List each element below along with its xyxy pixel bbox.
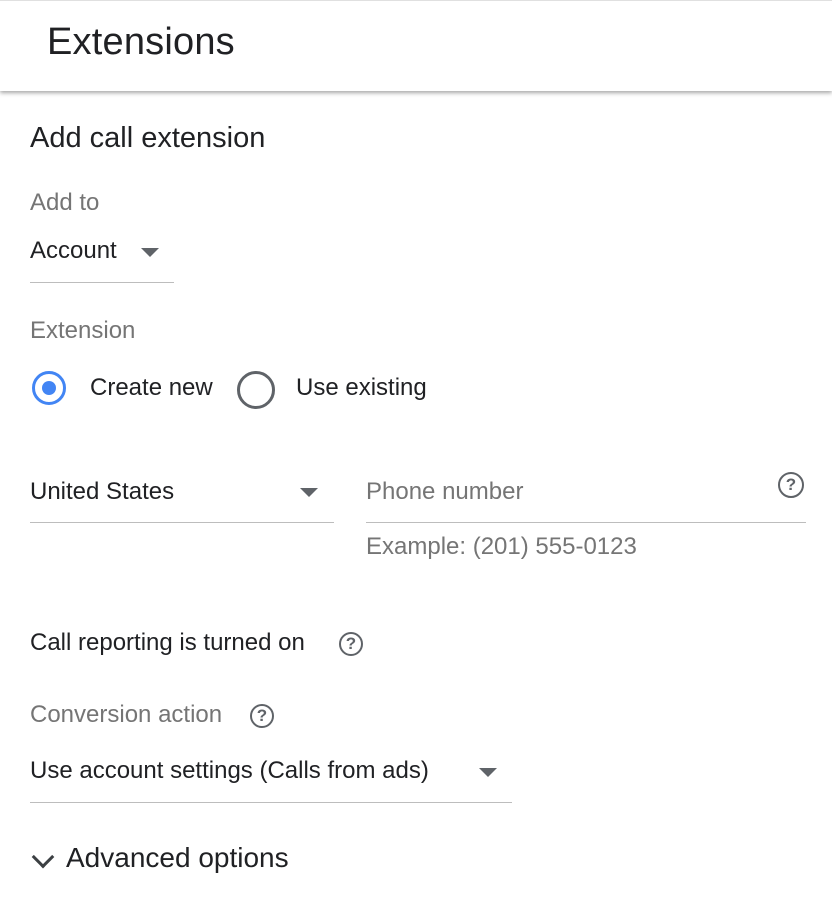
phone-field[interactable]: Phone number	[366, 468, 806, 524]
add-to-dropdown[interactable]: Account	[30, 226, 174, 284]
conversion-action-dropdown[interactable]: Use account settings (Calls from ads)	[30, 746, 512, 804]
add-to-value: Account	[30, 237, 117, 264]
dropdown-arrow-icon	[141, 248, 159, 257]
page-title: Extensions	[47, 21, 235, 63]
page-header: Extensions	[0, 0, 832, 91]
section-title: Add call extension	[30, 122, 266, 154]
radio-use-existing[interactable]: Use existing	[235, 369, 445, 409]
dropdown-arrow-icon	[300, 488, 318, 497]
help-icon[interactable]: ?	[250, 704, 274, 728]
call-reporting-text: Call reporting is turned on	[30, 629, 305, 656]
add-to-underline	[30, 282, 174, 283]
country-dropdown[interactable]: United States	[30, 468, 334, 524]
advanced-options-label: Advanced options	[66, 842, 289, 873]
conversion-action-label: Conversion action	[30, 701, 223, 728]
advanced-options-toggle[interactable]: Advanced options	[30, 840, 330, 880]
help-icon[interactable]: ?	[339, 632, 363, 656]
phone-placeholder: Phone number	[366, 478, 524, 505]
extension-label: Extension	[30, 317, 136, 344]
radio-create-new[interactable]: Create new	[30, 369, 225, 407]
help-icon[interactable]: ?	[778, 472, 804, 498]
dropdown-arrow-icon	[479, 768, 497, 777]
conversion-action-underline	[30, 802, 512, 803]
country-underline	[30, 522, 334, 523]
country-value: United States	[30, 478, 175, 505]
radio-create-new-label: Create new	[90, 374, 213, 401]
phone-helper-text: Example: (201) 555-0123	[366, 533, 637, 560]
conversion-action-value: Use account settings (Calls from ads)	[30, 757, 429, 784]
radio-checked-icon	[32, 371, 66, 405]
add-to-label: Add to	[30, 189, 100, 216]
chevron-down-icon	[31, 845, 55, 869]
radio-use-existing-label: Use existing	[296, 374, 427, 401]
phone-underline	[366, 522, 806, 523]
radio-unchecked-icon	[237, 371, 275, 409]
